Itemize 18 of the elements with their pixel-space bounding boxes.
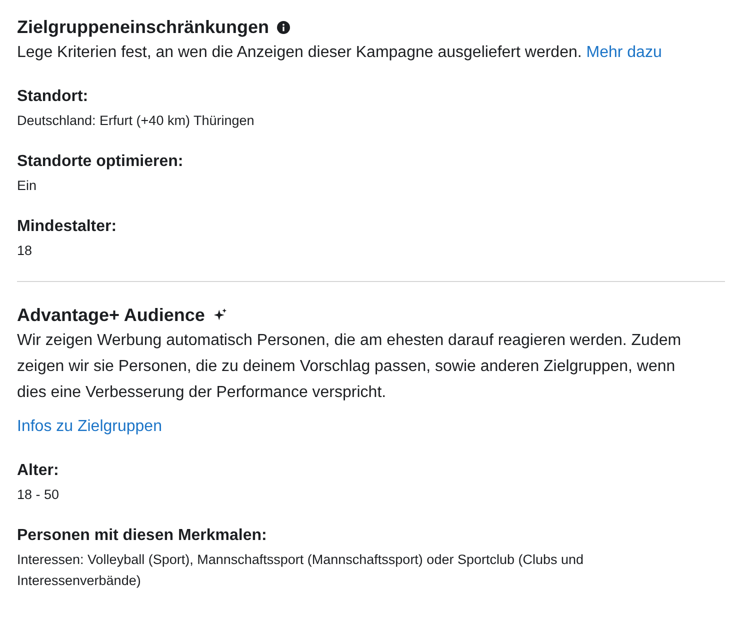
info-link[interactable]: Infos zu Zielgruppen	[17, 414, 162, 440]
sparkle-icon	[212, 308, 227, 322]
field-value: Ein	[17, 177, 38, 195]
field-label: Alter:	[17, 461, 60, 481]
field-label: Standorte optimieren:	[17, 152, 184, 172]
description-text: Lege Kriterien fest, an wen die Anzeigen dieser Kampagne ausgeliefert werden. Mehr dazu	[17, 43, 663, 63]
field-value: 18 - 50	[17, 486, 60, 504]
section-title: Advantage+ Audience	[17, 304, 205, 327]
description-text: Wir zeigen Werbung automatisch Personen, die am ehesten darauf reagieren werden. Zudem zeigen wir sie Personen, die zu deinem Vorschlag passen, sowie anderen Zielgruppen, wenn dies eine Verbesserung der Performance verspricht.	[17, 331, 682, 403]
field-value: 18	[17, 242, 34, 260]
field-label: Mindestalter:	[17, 217, 118, 237]
field-value: Deutschland: Erfurt (+40 km) Thüringen	[17, 112, 256, 130]
info-icon[interactable]	[277, 20, 290, 34]
field-value: Interessen: Volleyball (Sport), Mannschaftssport (Mannschaftssport) oder Sportclub (Clubs und Interessenverbände)	[17, 551, 585, 590]
more-link[interactable]: Mehr dazu	[586, 44, 662, 61]
section-title: Zielgruppeneinschränkungen	[17, 16, 270, 39]
field-label: Standort:	[17, 87, 90, 107]
field-label: Personen mit diesen Merkmalen:	[17, 526, 268, 546]
